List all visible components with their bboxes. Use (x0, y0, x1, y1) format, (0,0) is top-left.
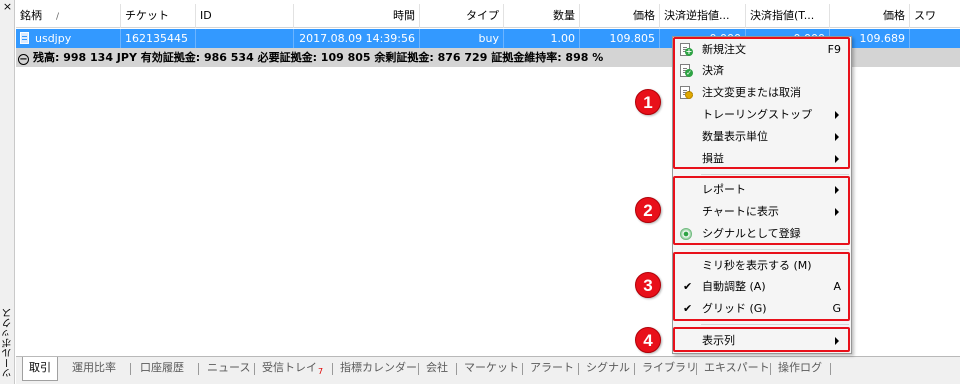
tab-separator (130, 363, 131, 375)
cell-price: 109.805 (580, 29, 660, 48)
annotation-number-3: 3 (635, 272, 661, 298)
annotation-number-2: 2 (635, 197, 661, 223)
tab-journal[interactable]: 操作ログ (778, 357, 822, 379)
cell-time: 2017.08.09 14:39:56 (294, 29, 420, 48)
tab-signals[interactable]: シグナル (586, 357, 630, 379)
collapse-icon[interactable]: − (18, 54, 29, 65)
column-header-time[interactable]: 時間 (294, 4, 420, 28)
tab-separator (634, 363, 635, 375)
tab-separator (418, 363, 419, 375)
tab-separator (332, 363, 333, 375)
annotation-box-1 (673, 37, 850, 169)
column-label: 銘柄 (20, 9, 42, 22)
balance-text: 残高: 998 134 JPY 有効証拠金: 986 534 必要証拠金: 10… (33, 51, 604, 64)
tab-news[interactable]: ニュース (207, 357, 250, 379)
annotation-box-2 (673, 176, 850, 245)
table-header: 銘柄 / チケット ID 時間 タイプ 数量 価格 決済逆指値... 決済指値(T… (16, 4, 960, 28)
tab-separator (198, 363, 199, 375)
sort-icon: / (56, 12, 60, 22)
column-header-type[interactable]: タイプ (420, 4, 504, 28)
tab-exposure[interactable]: 運用比率 (72, 357, 116, 379)
annotation-box-3 (673, 252, 850, 321)
menu-separator (701, 324, 849, 325)
column-header-stoploss[interactable]: 決済逆指値... (660, 4, 746, 28)
tab-separator (578, 363, 579, 375)
cell-symbol: usdjpy (16, 29, 121, 48)
tab-separator (456, 363, 457, 375)
tab-separator (770, 363, 771, 375)
column-header-id[interactable]: ID (196, 4, 294, 28)
tab-market[interactable]: マーケット (464, 357, 519, 379)
annotation-box-4 (673, 327, 850, 352)
tab-separator (830, 363, 831, 375)
toolbox-title: ツールボックス (3, 308, 14, 378)
cell-swap (910, 29, 960, 48)
cell-ticket: 162135445 (121, 29, 196, 48)
tab-account-history[interactable]: 口座履歴 (140, 357, 184, 379)
column-header-ticket[interactable]: チケット (121, 4, 196, 28)
cell-id (196, 29, 294, 48)
tab-separator (254, 363, 255, 375)
tab-alerts[interactable]: アラート (530, 357, 574, 379)
tab-experts[interactable]: エキスパート (704, 357, 770, 379)
column-header-price[interactable]: 価格 (580, 4, 660, 28)
toolbox-strip: × ツールボックス (0, 0, 15, 384)
tab-library[interactable]: ライブラリ (642, 357, 697, 379)
tab-inbox[interactable]: 受信トレイ7 (262, 357, 323, 379)
menu-separator (701, 249, 849, 250)
cell-type: buy (420, 29, 504, 48)
inbox-count-badge: 7 (318, 367, 324, 376)
tab-separator (522, 363, 523, 375)
tab-company[interactable]: 会社 (426, 357, 448, 379)
menu-separator (701, 174, 849, 175)
column-header-volume[interactable]: 数量 (504, 4, 580, 28)
annotation-number-1: 1 (635, 89, 661, 115)
tab-trade[interactable]: 取引 (22, 357, 58, 381)
order-icon (20, 32, 29, 44)
close-icon[interactable]: × (2, 1, 13, 13)
annotation-number-4: 4 (635, 327, 661, 353)
column-header-swap[interactable]: スワ (910, 4, 960, 28)
tab-economic-calendar[interactable]: 指標カレンダー (340, 357, 417, 379)
column-header-takeprofit[interactable]: 決済指値(T... (746, 4, 830, 28)
terminal-tabbar: 取引 運用比率 口座履歴 ニュース 受信トレイ7 指標カレンダー 会社 マーケッ… (16, 356, 960, 384)
column-header-current-price[interactable]: 価格 (830, 4, 910, 28)
symbol-text: usdjpy (35, 32, 72, 45)
column-header-symbol[interactable]: 銘柄 / (16, 4, 121, 28)
tab-separator (696, 363, 697, 375)
tab-inbox-label: 受信トレイ (262, 361, 317, 374)
cell-volume: 1.00 (504, 29, 580, 48)
